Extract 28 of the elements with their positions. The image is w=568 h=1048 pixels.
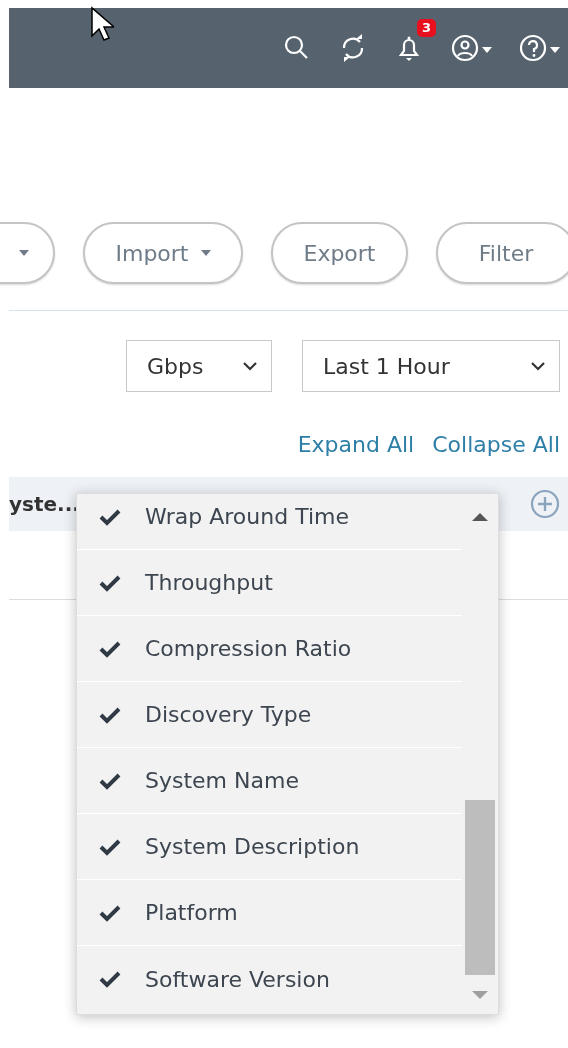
menu-item[interactable]: System Description bbox=[77, 814, 462, 880]
scrollbar-thumb[interactable] bbox=[465, 800, 495, 975]
user-icon bbox=[450, 33, 492, 63]
toolbar-button[interactable]: Import bbox=[83, 222, 243, 284]
help-menu-button[interactable] bbox=[518, 33, 560, 63]
text-link[interactable]: Collapse All bbox=[432, 432, 560, 457]
text-link[interactable]: Expand All bbox=[297, 432, 415, 457]
menu-item[interactable]: Software Version bbox=[77, 946, 462, 1012]
help-icon bbox=[518, 33, 560, 63]
column-header[interactable]: yste... bbox=[9, 492, 80, 516]
user-menu-button[interactable] bbox=[450, 33, 492, 63]
menu-item[interactable]: Wrap Around Time bbox=[77, 484, 462, 550]
menu-item[interactable]: System Name bbox=[77, 748, 462, 814]
menu-item[interactable]: Compression Ratio bbox=[77, 616, 462, 682]
scroll-up-icon bbox=[472, 512, 488, 522]
dropdown-select[interactable]: Last 1 Hour bbox=[302, 340, 560, 392]
dropdown-select[interactable]: Gbps bbox=[126, 340, 272, 392]
plus-circle-icon bbox=[530, 489, 560, 519]
scroll-down-icon bbox=[472, 990, 488, 1000]
chevron-down-icon bbox=[531, 361, 545, 371]
menu-item[interactable]: Throughput bbox=[77, 550, 462, 616]
menu-item[interactable]: Discovery Type bbox=[77, 682, 462, 748]
toolbar-button[interactable]: Export bbox=[271, 222, 408, 284]
menu-item[interactable]: Platform bbox=[77, 880, 462, 946]
toolbar-button[interactable]: Filter bbox=[436, 222, 568, 284]
chevron-down-icon bbox=[243, 361, 257, 371]
notification-badge: 3 bbox=[416, 19, 436, 37]
mouse-cursor-icon bbox=[90, 6, 114, 42]
